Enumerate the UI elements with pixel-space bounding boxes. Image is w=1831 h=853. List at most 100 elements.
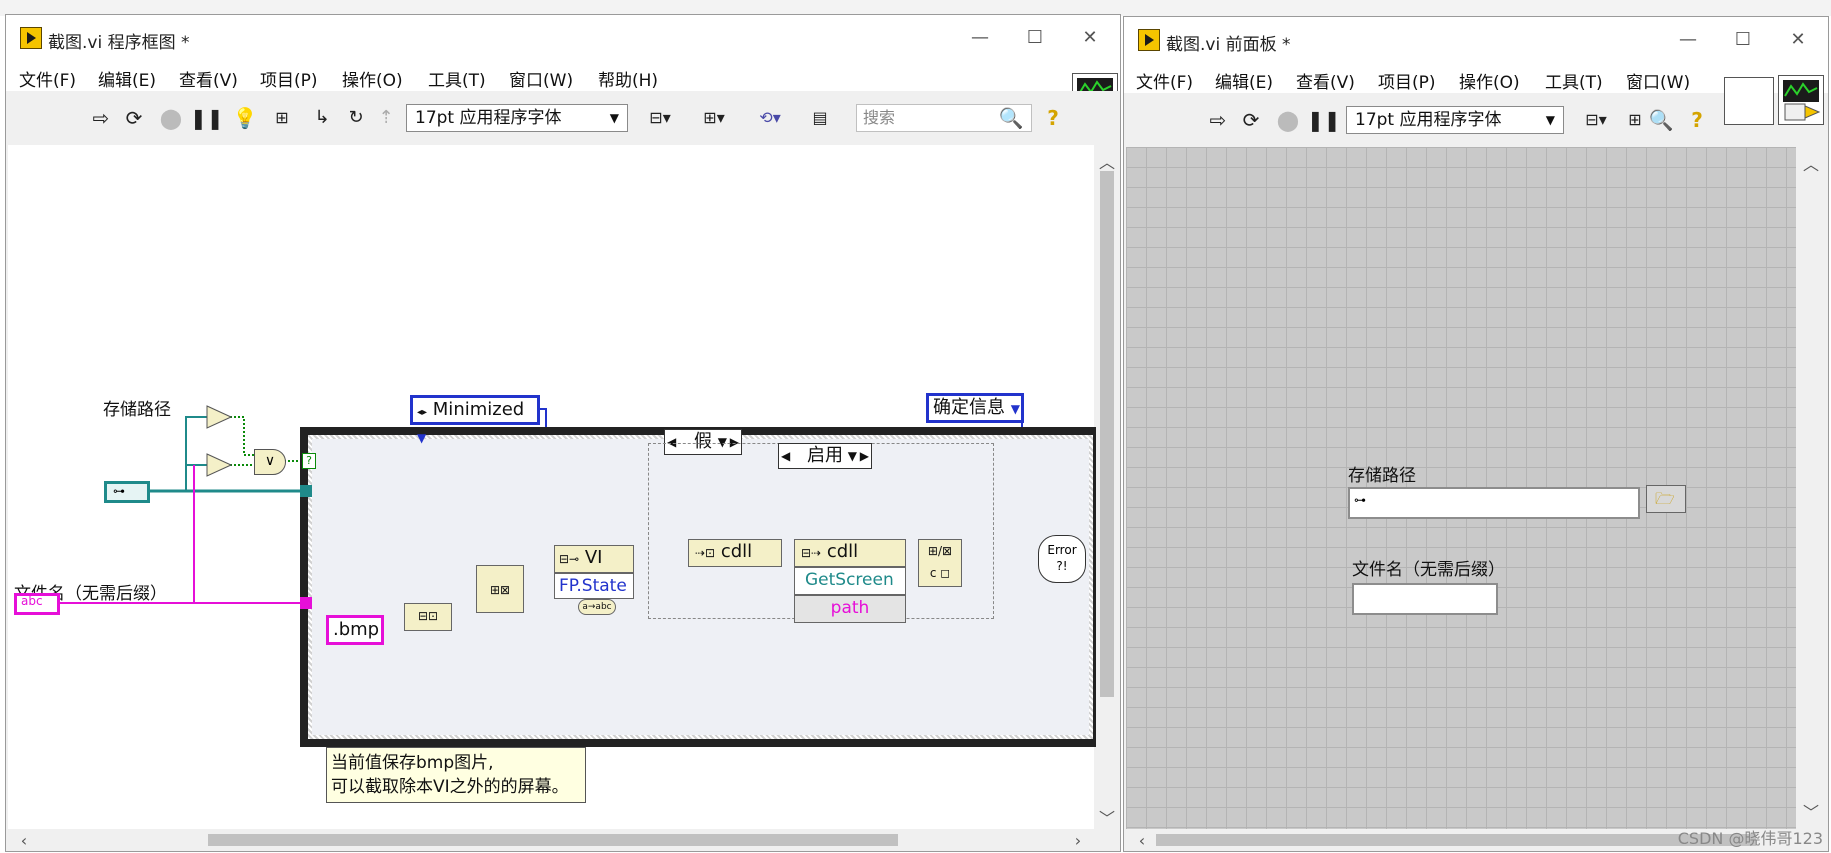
run-continuously-icon[interactable]: ⟳ — [121, 105, 147, 131]
scroll-up-arrow[interactable]: ︿ — [1801, 151, 1821, 175]
inner-case-selector-value: 启用 — [807, 445, 843, 466]
menu-edit[interactable]: 编辑(E) — [1215, 68, 1273, 93]
font-selector-value: 17pt 应用程序字体 — [1355, 110, 1502, 130]
scroll-left-arrow[interactable]: ‹ — [1132, 831, 1152, 850]
wire-path-branch-up — [185, 416, 208, 491]
enum-constant-minimized[interactable]: ◂▸ Minimized ▼ — [410, 395, 540, 445]
connector-pane[interactable] — [1724, 77, 1774, 125]
connector-pane-icon[interactable] — [1778, 75, 1824, 125]
front-panel-canvas[interactable]: 存储路径 ⊶ 🗁 文件名（无需后缀） — [1126, 147, 1796, 831]
menu-file[interactable]: 文件(F) — [19, 66, 76, 91]
step-into-icon[interactable]: ↳ — [308, 105, 336, 131]
run-continuously-icon[interactable]: ⟳ — [1238, 107, 1264, 133]
menu-window[interactable]: 窗口(W) — [1626, 68, 1690, 93]
property-node-fp-state[interactable]: FP.State — [554, 573, 634, 599]
menu-help[interactable]: 帮助(H) — [598, 66, 658, 91]
menu-project[interactable]: 项目(P) — [1378, 68, 1436, 93]
filename-terminal[interactable]: abc — [14, 593, 60, 615]
maximize-button[interactable]: ☐ — [1015, 23, 1055, 53]
horizontal-scroll-thumb[interactable] — [1156, 834, 1756, 846]
inner-case-next-icon[interactable]: ▶ — [860, 444, 869, 468]
run-arrow-icon[interactable]: ⇨ — [1205, 107, 1231, 133]
inner-case-selector[interactable]: ◀ 启用 ▼ ▶ — [778, 443, 872, 469]
menu-edit[interactable]: 编辑(E) — [98, 66, 156, 91]
vertical-scroll-thumb[interactable] — [1100, 171, 1114, 697]
search-icon[interactable]: 🔍 — [1648, 107, 1674, 133]
getscreen-text: GetScreen — [805, 570, 894, 590]
align-objects-icon[interactable]: ⊟▾ — [638, 105, 682, 131]
step-over-icon[interactable]: ↻ — [342, 105, 370, 131]
highlight-execution-icon[interactable]: 💡 — [232, 105, 258, 131]
scroll-down-arrow[interactable]: ﹀ — [1097, 805, 1117, 829]
scroll-right-arrow[interactable]: › — [1068, 831, 1088, 850]
empty-path-compare-icon[interactable] — [206, 405, 232, 429]
menu-view[interactable]: 查看(V) — [1296, 68, 1355, 93]
vi-ref-text: VI — [584, 547, 603, 568]
simple-error-handler[interactable]: Error?! — [1038, 535, 1086, 583]
search-icon[interactable]: 🔍 — [998, 105, 1024, 131]
chevron-down-icon: ▼ — [417, 431, 427, 445]
scroll-down-arrow[interactable]: ﹀ — [1801, 799, 1821, 823]
scroll-up-arrow[interactable]: ︿ — [1097, 149, 1117, 173]
reorder-icon[interactable]: ⟲▾ — [748, 105, 792, 131]
browse-button[interactable]: 🗁 — [1646, 485, 1686, 513]
enum-constant-confirm-info[interactable]: 确定信息 ▼ — [926, 393, 1024, 423]
close-button[interactable]: ✕ — [1070, 23, 1110, 53]
chevron-down-icon: ▼ — [609, 111, 619, 125]
distribute-objects-icon[interactable]: ⊞ — [1624, 107, 1646, 133]
call-library-node-1[interactable]: ⇢⊡ cdll — [688, 539, 782, 567]
storage-path-control[interactable]: ⊶ — [1348, 487, 1640, 519]
scroll-left-arrow[interactable]: ‹ — [14, 831, 34, 850]
vertical-scrollbar[interactable]: ︿ ﹀ — [1096, 145, 1118, 829]
vi-server-reference-node[interactable]: ⊟⊸ VI — [554, 545, 634, 573]
minimize-button[interactable]: — — [1668, 25, 1708, 55]
menu-operate[interactable]: 操作(O) — [1459, 68, 1520, 93]
call-library-node-2[interactable]: ⊟⇢ cdll — [794, 539, 906, 567]
menu-window[interactable]: 窗口(W) — [509, 66, 573, 91]
menu-view[interactable]: 查看(V) — [179, 66, 238, 91]
unbundle-node[interactable]: ⊞/⊠ c ◻ — [918, 539, 962, 587]
empty-string-compare-icon[interactable] — [206, 453, 232, 477]
inner-case-prev-icon[interactable]: ◀ — [781, 444, 790, 468]
concatenate-strings-node[interactable]: ⊟⊡ — [404, 603, 452, 631]
font-selector[interactable]: 17pt 应用程序字体 ▼ — [1346, 106, 1564, 134]
distribute-objects-icon[interactable]: ⊞▾ — [692, 105, 736, 131]
diagram-comment[interactable]: 当前值保存bmp图片, 可以截取除本VI之外的的屏幕。 — [326, 747, 586, 803]
context-help-icon[interactable]: ? — [1684, 107, 1710, 133]
vertical-scrollbar[interactable]: ︿ ﹀ — [1796, 147, 1826, 829]
maximize-button[interactable]: ☐ — [1723, 25, 1763, 55]
menu-bar: 文件(F) 编辑(E) 查看(V) 项目(P) 操作(O) 工具(T) 窗口(W… — [6, 61, 1120, 91]
string-constant-bmp[interactable]: .bmp — [326, 615, 384, 645]
block-diagram-canvas[interactable]: 存储路径 ⊶ 文件名（无需后缀） abc ∨ ◀ 假 ▼ ▶ ? ◂▸ Mini… — [8, 145, 1101, 829]
or-gate-icon[interactable]: ∨ — [254, 449, 286, 475]
menu-project[interactable]: 项目(P) — [260, 66, 318, 91]
close-button[interactable]: ✕ — [1778, 25, 1818, 55]
path-to-string-node[interactable]: a→abc — [578, 599, 616, 615]
clean-up-diagram-icon[interactable]: ▤ — [802, 105, 838, 131]
pause-icon[interactable]: ❚❚ — [1307, 107, 1341, 133]
filename-control[interactable] — [1352, 583, 1498, 615]
abort-icon[interactable]: ⬤ — [1275, 107, 1301, 133]
storage-path-terminal[interactable]: ⊶ — [104, 481, 150, 503]
menu-file[interactable]: 文件(F) — [1136, 68, 1193, 93]
pause-icon[interactable]: ❚❚ — [190, 105, 224, 131]
enum-arrows-icon: ◂▸ — [417, 407, 428, 418]
menu-tools[interactable]: 工具(T) — [1545, 68, 1603, 93]
window-title: 截图.vi 程序框图 * — [48, 33, 190, 53]
horizontal-scroll-thumb[interactable] — [208, 834, 898, 846]
context-help-icon[interactable]: ? — [1040, 105, 1066, 131]
align-objects-icon[interactable]: ⊟▾ — [1576, 107, 1616, 133]
horizontal-scrollbar[interactable]: ‹ › — [8, 829, 1096, 851]
inner-case-dropdown-icon[interactable]: ▼ — [848, 444, 857, 468]
menu-operate[interactable]: 操作(O) — [342, 66, 403, 91]
path-parameter-text: path — [830, 598, 870, 618]
build-path-node[interactable]: ⊞⊠ — [476, 565, 524, 613]
retain-wire-values-icon[interactable]: ⊞ — [268, 105, 296, 131]
watermark: CSDN @晓伟哥123 — [1677, 829, 1823, 848]
abort-icon[interactable]: ⬤ — [158, 105, 184, 131]
font-selector[interactable]: 17pt 应用程序字体 ▼ — [406, 104, 628, 132]
minimize-button[interactable]: — — [960, 23, 1000, 53]
run-arrow-icon[interactable]: ⇨ — [88, 105, 114, 131]
menu-tools[interactable]: 工具(T) — [428, 66, 486, 91]
step-out-icon[interactable]: ⇡ — [372, 105, 400, 131]
